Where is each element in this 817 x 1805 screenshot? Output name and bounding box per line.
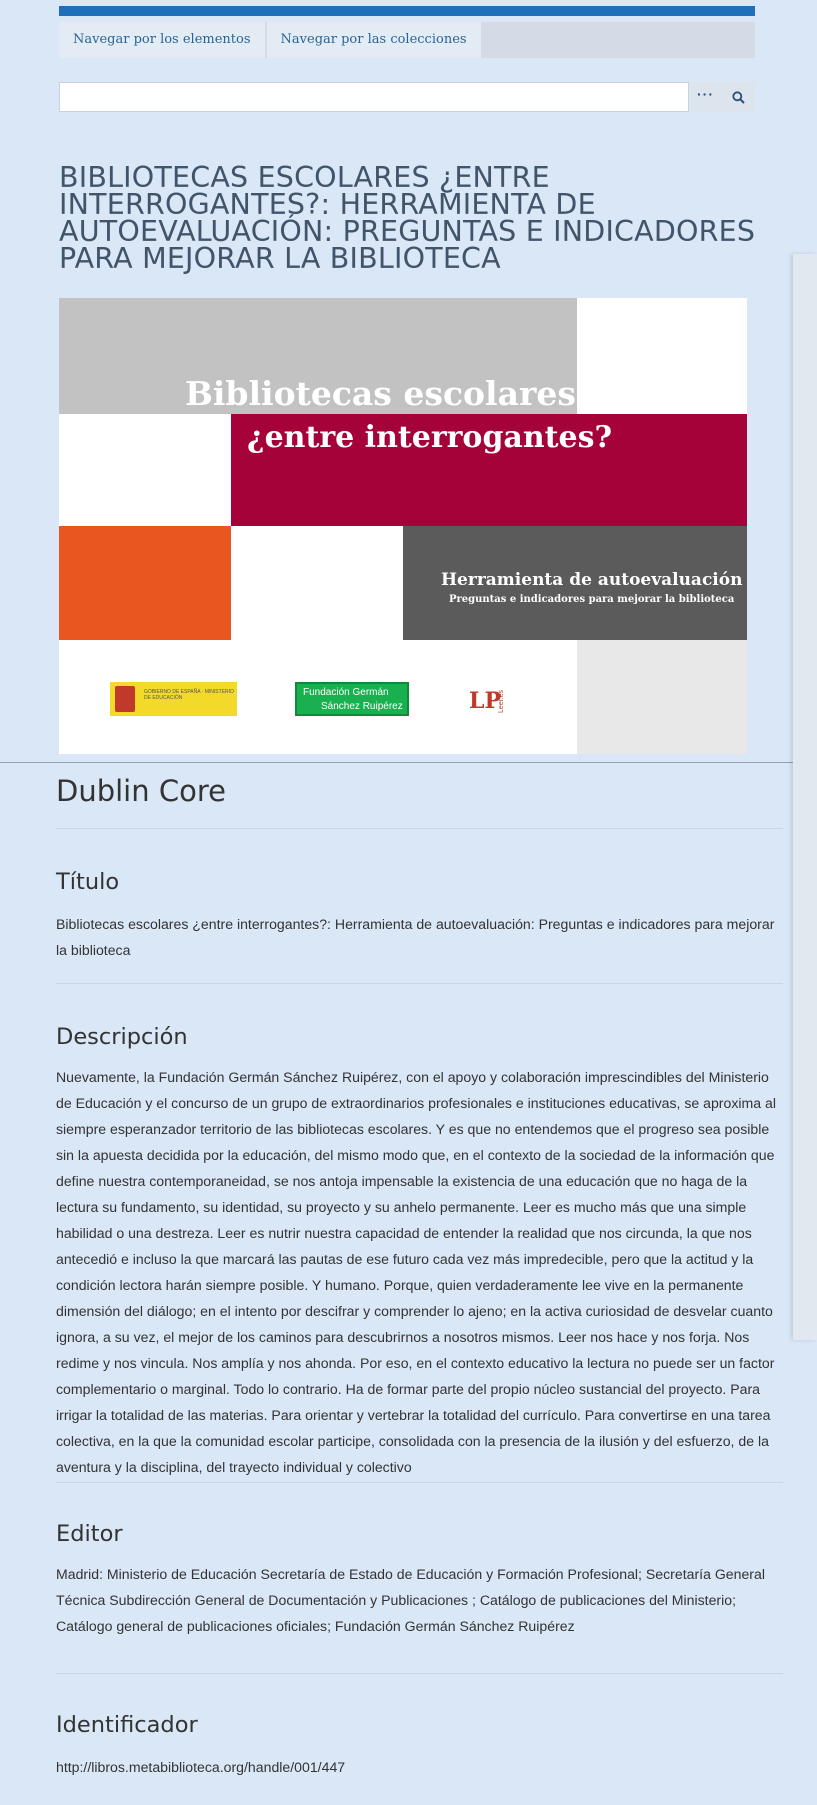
cover-subtitle-small: Preguntas e indicadores para mejorar la … bbox=[449, 594, 735, 605]
dublin-core-section: Dublin Core Título Bibliotecas escolares… bbox=[56, 768, 783, 1780]
cover-block bbox=[577, 640, 747, 754]
field-label: Identificador bbox=[56, 1712, 198, 1738]
field-publisher: Editor Madrid: Ministerio de Educación S… bbox=[56, 1483, 783, 1673]
fgsr-logo: Fundación Germán Sánchez Ruipérez bbox=[295, 682, 409, 716]
fgsr-logo-line2: Sánchez Ruipérez bbox=[321, 701, 403, 712]
advanced-search-button[interactable]: ··· bbox=[689, 82, 722, 112]
field-label: Editor bbox=[56, 1521, 123, 1547]
fgsr-logo-line1: Fundación Germán bbox=[303, 687, 389, 698]
search-icon bbox=[732, 90, 745, 104]
cover-title-line1: Bibliotecas escolares bbox=[185, 374, 576, 413]
field-label: Título bbox=[56, 869, 120, 895]
cover-block bbox=[59, 526, 231, 640]
ministry-logo-text: GOBIERNO DE ESPAÑA · MINISTERIO DE EDUCA… bbox=[144, 689, 234, 701]
field-value: Bibliotecas escolares ¿entre interrogant… bbox=[56, 916, 775, 958]
cover-title-line2: ¿entre interrogantes? bbox=[247, 420, 613, 455]
search-bar: ··· bbox=[59, 82, 755, 112]
field-value: Madrid: Ministerio de Educación Secretar… bbox=[56, 1566, 765, 1634]
coat-of-arms-icon bbox=[115, 686, 135, 712]
ministry-logo: GOBIERNO DE ESPAÑA · MINISTERIO DE EDUCA… bbox=[110, 682, 237, 716]
cover-subtitle: Herramienta de autoevaluación bbox=[441, 570, 743, 590]
leer-logo-text: Leer.es bbox=[498, 690, 505, 713]
search-input[interactable] bbox=[59, 82, 689, 112]
field-identifier: Identificador http://libros.metabibliote… bbox=[56, 1674, 783, 1780]
cover-block bbox=[577, 298, 747, 414]
cover-image[interactable]: Bibliotecas escolares ¿entre interrogant… bbox=[59, 298, 747, 754]
section-divider bbox=[0, 762, 817, 763]
header-accent-bar bbox=[59, 6, 755, 16]
field-description: Descripción Nuevamente, la Fundación Ger… bbox=[56, 984, 783, 1482]
side-panel bbox=[793, 254, 817, 1340]
field-label: Descripción bbox=[56, 1024, 188, 1050]
leer-logo-mark: LP bbox=[469, 688, 502, 714]
field-value: http://libros.metabiblioteca.org/handle/… bbox=[56, 1759, 346, 1775]
field-title: Título Bibliotecas escolares ¿entre inte… bbox=[56, 829, 783, 983]
browse-nav: Navegar por los elementos Navegar por la… bbox=[59, 22, 755, 58]
leer-logo: LP Leer.es bbox=[469, 686, 509, 718]
nav-browse-items[interactable]: Navegar por los elementos bbox=[59, 22, 267, 58]
nav-browse-collections[interactable]: Navegar por las colecciones bbox=[266, 22, 483, 58]
item-title: BIBLIOTECAS ESCOLARES ¿ENTRE INTERROGANT… bbox=[59, 161, 756, 275]
ellipsis-icon: ··· bbox=[697, 86, 714, 102]
search-submit-button[interactable] bbox=[722, 82, 755, 112]
field-value: Nuevamente, la Fundación Germán Sánchez … bbox=[56, 1069, 776, 1475]
dublin-core-heading: Dublin Core bbox=[56, 774, 226, 808]
